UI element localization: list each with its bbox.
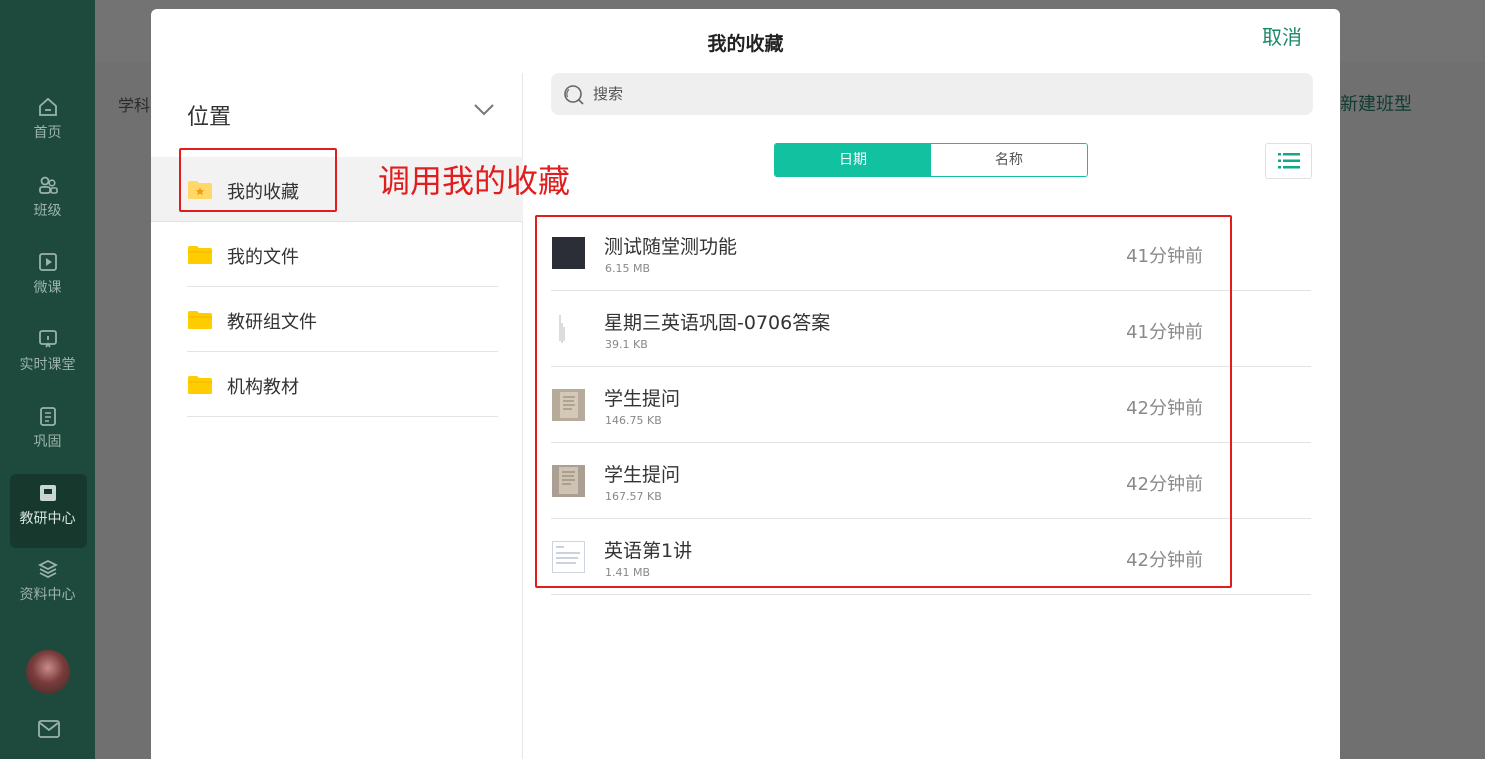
sidebar-item-class[interactable]: 班级 [0,174,95,244]
folder-icon [188,311,212,329]
list-doc-icon [39,407,56,426]
sidebar-item-label: 实时课堂 [19,357,76,373]
folder-label: 教研组文件 [227,312,317,333]
sidebar-item-resource-center[interactable]: 资料中心 [0,558,95,628]
favorites-highlight-box [179,148,337,212]
mail-icon[interactable] [38,720,60,738]
book-icon [39,485,56,501]
file-list-highlight-box [535,215,1232,588]
new-class-button[interactable]: 新建班型 [1340,90,1412,116]
sidebar-item-home[interactable]: 首页 [0,96,95,166]
dialog-title: 我的收藏 [707,33,784,55]
list-icon [1278,153,1300,169]
search-input[interactable] [593,81,1293,107]
folder-icon [188,376,212,394]
sidebar-item-label: 教研中心 [19,511,76,527]
folder-item-my-files[interactable]: 我的文件 [187,222,498,287]
list-view-button[interactable] [1265,143,1312,179]
sidebar-item-label: 微课 [33,280,62,296]
folder-label: 机构教材 [227,377,299,398]
search-icon [564,85,584,105]
sidebar-item-research-center[interactable]: 教研中心 [0,474,95,552]
chevron-down-icon[interactable] [473,103,495,117]
location-header: 位置 [187,105,232,130]
subject-filter-label[interactable]: 学科 [118,92,150,116]
sort-toggle: 日期 名称 [774,143,1088,177]
sidebar-item-label: 资料中心 [19,587,76,603]
folder-item-org-materials[interactable]: 机构教材 [187,352,498,417]
folder-label: 我的文件 [227,247,299,268]
app-sidebar: 首页 班级 微课 实时课堂 巩固 教研中心 资料中心 [0,0,95,759]
sidebar-item-consolidate[interactable]: 巩固 [0,405,95,475]
sidebar-item-label: 首页 [33,125,62,141]
search-bar[interactable] [551,73,1313,115]
home-icon [38,97,57,116]
sort-by-date-button[interactable]: 日期 [775,144,931,176]
layers-icon [37,559,58,579]
users-icon [38,176,58,194]
avatar[interactable] [26,650,70,694]
sidebar-item-microlesson[interactable]: 微课 [0,251,95,321]
folder-item-group-files[interactable]: 教研组文件 [187,287,498,352]
cancel-button[interactable]: 取消 [1262,21,1302,50]
sort-by-name-button[interactable]: 名称 [931,144,1087,176]
annotation-text: 调用我的收藏 [378,162,571,200]
sidebar-item-label: 班级 [33,203,62,219]
live-class-icon [38,330,57,348]
sidebar-item-label: 巩固 [33,434,62,450]
sidebar-item-live-class[interactable]: 实时课堂 [0,328,95,398]
folder-icon [188,246,212,264]
play-icon [38,253,57,271]
